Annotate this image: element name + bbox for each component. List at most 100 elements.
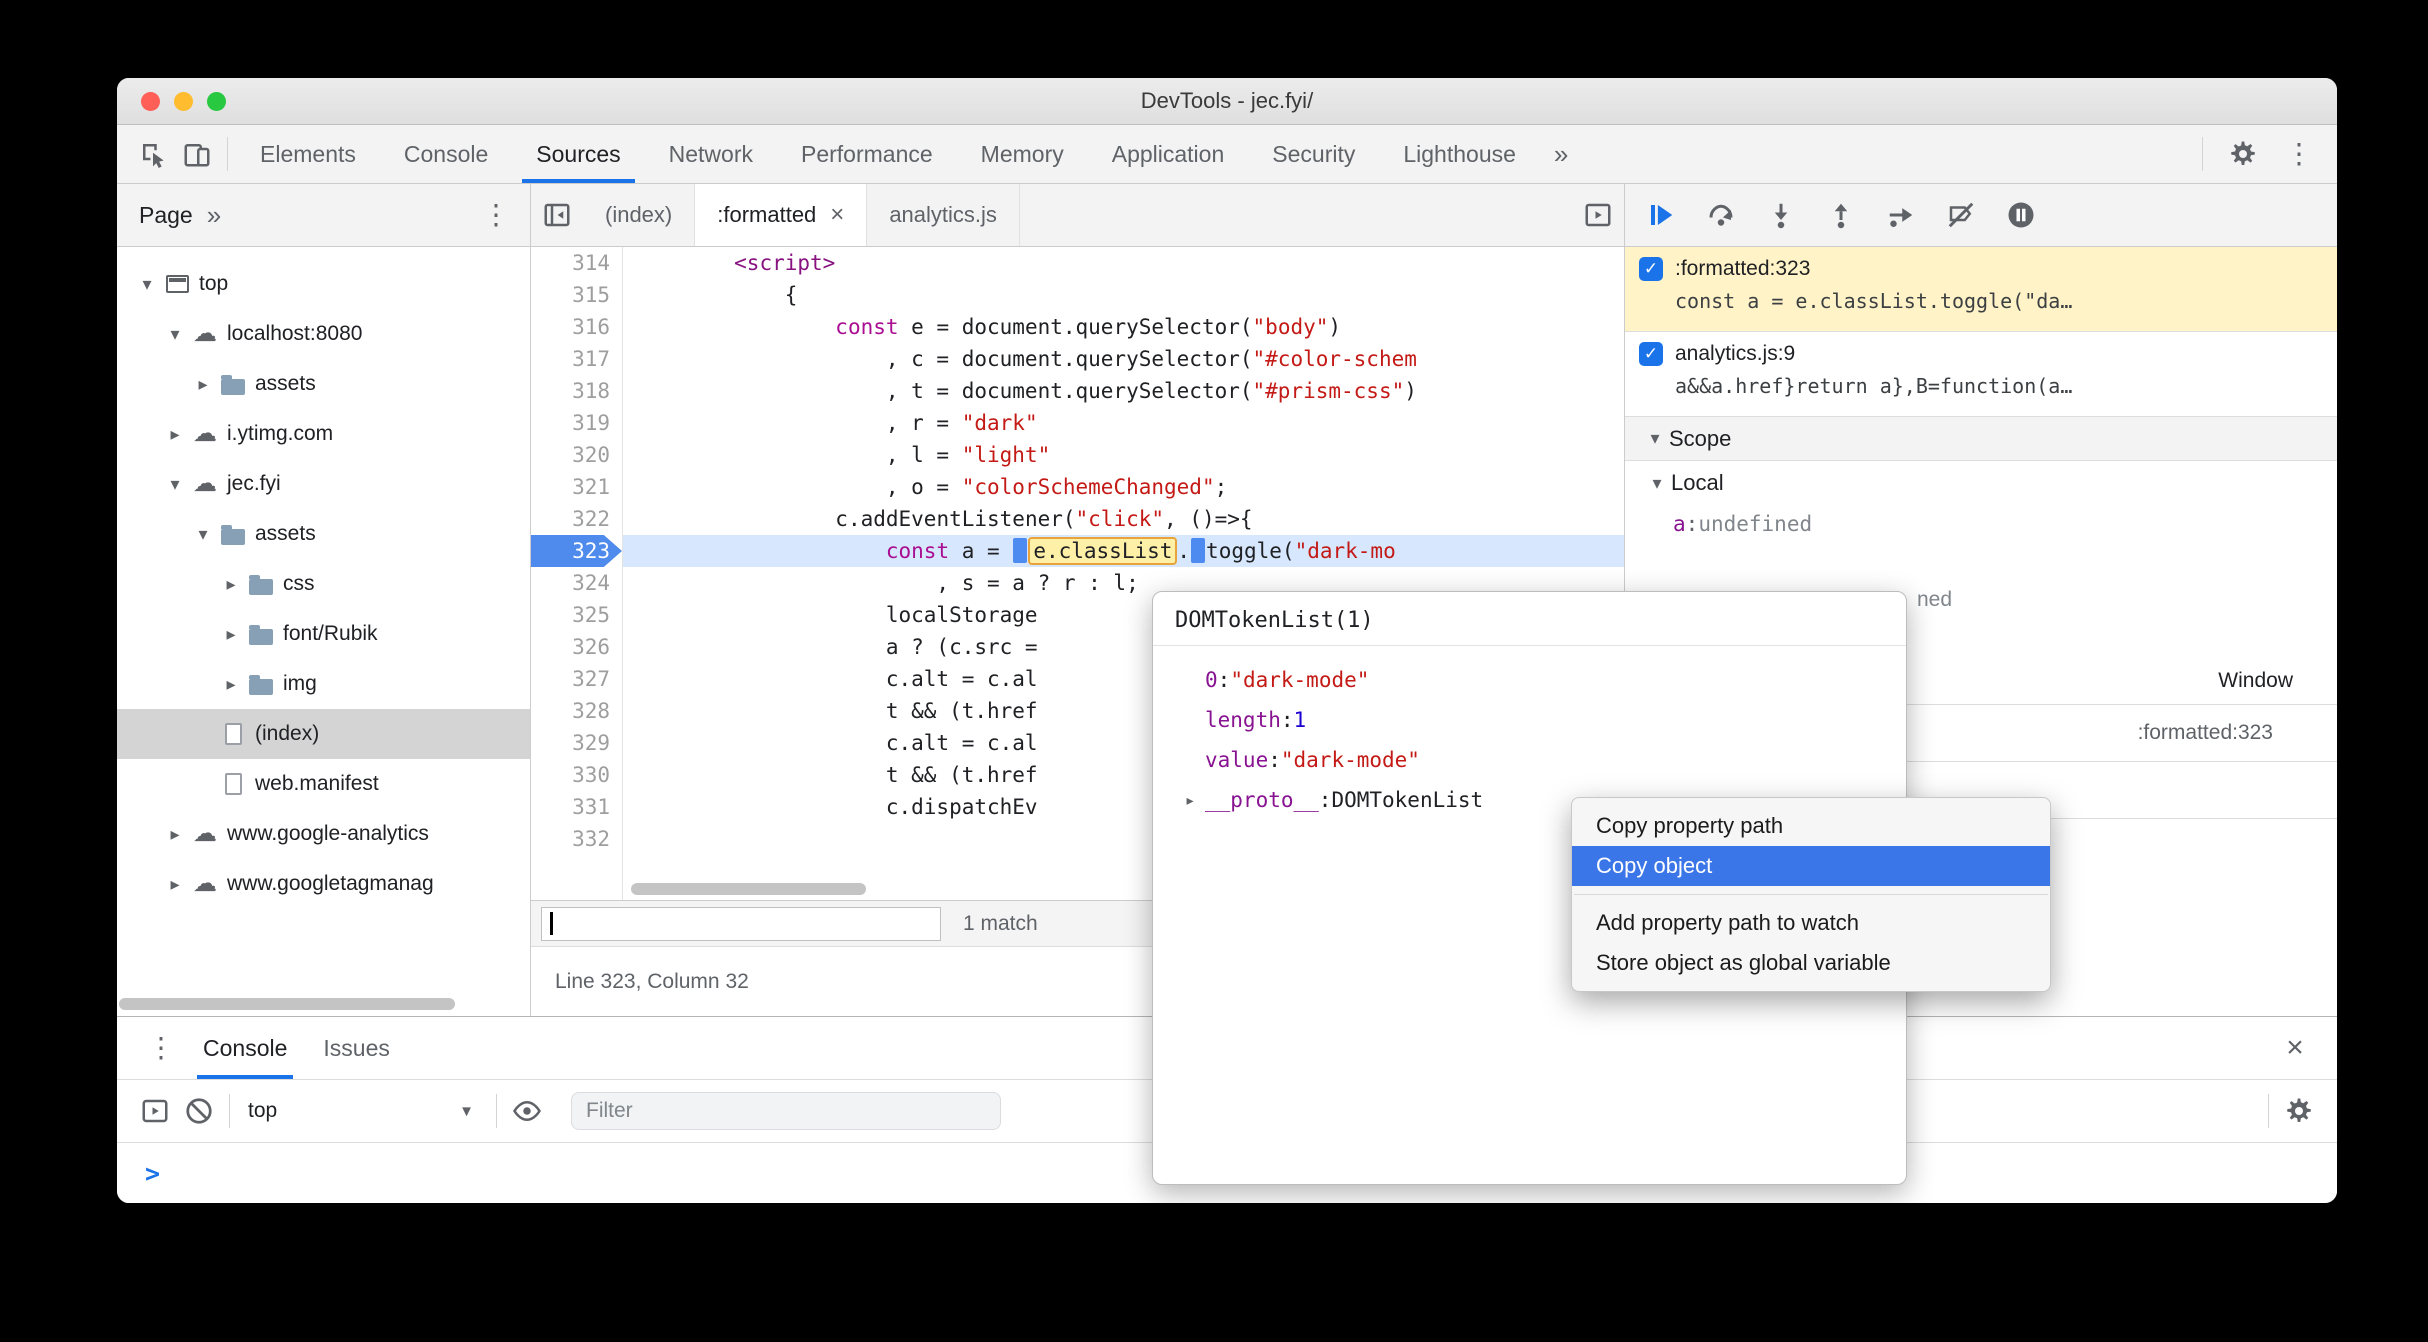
toggle-debugger-sidebar-icon[interactable] <box>1572 184 1624 246</box>
code-line[interactable]: const e = document.querySelector("body") <box>623 311 1624 343</box>
device-toolbar-icon[interactable] <box>175 132 219 176</box>
tree-item-ytimg[interactable]: ▸ ☁ i.ytimg.com <box>117 409 530 459</box>
line-number[interactable]: 330 <box>531 759 622 791</box>
zoom-window-button[interactable] <box>207 92 226 111</box>
tree-item-web-manifest[interactable]: web.manifest <box>117 759 530 809</box>
minimize-window-button[interactable] <box>174 92 193 111</box>
expand-arrow-icon[interactable]: ▸ <box>189 374 217 395</box>
code-line[interactable]: , t = document.querySelector("#prism-css… <box>623 375 1624 407</box>
code-line[interactable]: const a = e.classList. toggle("dark-mo <box>623 535 1624 567</box>
breakpoint-entry[interactable]: ✓ analytics.js:9 a&&a.href}return a},B=f… <box>1625 332 2337 417</box>
step-over-icon[interactable] <box>1701 193 1741 237</box>
scope-local-row[interactable]: ▾ Local <box>1625 461 2337 505</box>
javascript-context-selector[interactable]: top ▼ <box>238 1099 488 1123</box>
devtools-menu-kebab-icon[interactable]: ⋮ <box>2275 140 2323 168</box>
editor-tab-formatted[interactable]: :formatted × <box>695 184 868 246</box>
line-number[interactable]: 327 <box>531 663 622 695</box>
line-number[interactable]: 319 <box>531 407 622 439</box>
expand-arrow-icon[interactable]: ▾ <box>161 324 189 345</box>
line-number[interactable]: 317 <box>531 343 622 375</box>
menu-item-store-object-as-global[interactable]: Store object as global variable <box>1572 943 2050 983</box>
expand-arrow-icon[interactable]: ▸ <box>217 574 245 595</box>
expand-arrow-icon[interactable]: ▸ <box>161 824 189 845</box>
scope-variable-row[interactable]: a undefined <box>1625 505 2337 543</box>
tree-item-assets-localhost[interactable]: ▸ assets <box>117 359 530 409</box>
editor-gutter[interactable]: 314 315 316 317 318 319 320 321 322 323 324 325 326 3… <box>531 247 623 900</box>
code-line[interactable]: , o = "colorSchemeChanged"; <box>623 471 1624 503</box>
line-number[interactable]: 331 <box>531 791 622 823</box>
horizontal-scrollbar-thumb[interactable] <box>119 998 455 1010</box>
code-line[interactable]: , r = "dark" <box>623 407 1624 439</box>
tree-item-top[interactable]: ▾ top <box>117 259 530 309</box>
menu-item-copy-property-path[interactable]: Copy property path <box>1572 806 2050 846</box>
tree-item-jecfyi[interactable]: ▾ ☁ jec.fyi <box>117 459 530 509</box>
console-sidebar-icon[interactable] <box>133 1089 177 1133</box>
breakpoint-checkbox[interactable]: ✓ <box>1639 257 1663 281</box>
line-number[interactable]: 329 <box>531 727 622 759</box>
property-row[interactable]: value"dark-mode" <box>1173 740 1886 780</box>
tree-item-index[interactable]: (index) <box>117 709 530 759</box>
drawer-tab-console[interactable]: Console <box>185 1017 305 1079</box>
tab-application[interactable]: Application <box>1088 125 1249 183</box>
property-row[interactable]: 0"dark-mode" <box>1173 660 1886 700</box>
line-number[interactable]: 328 <box>531 695 622 727</box>
line-number[interactable]: 315 <box>531 279 622 311</box>
line-number[interactable]: 314 <box>531 247 622 279</box>
tab-memory[interactable]: Memory <box>957 125 1088 183</box>
tree-item-googletagmanager[interactable]: ▸ ☁ www.googletagmanag <box>117 859 530 909</box>
console-settings-gear-icon[interactable] <box>2277 1089 2321 1133</box>
scope-section-header[interactable]: ▾ Scope <box>1625 417 2337 461</box>
tree-item-img[interactable]: ▸ img <box>117 659 530 709</box>
breakpoint-checkbox[interactable]: ✓ <box>1639 342 1663 366</box>
drawer-kebab-icon[interactable]: ⋮ <box>137 1034 185 1062</box>
tree-item-google-analytics[interactable]: ▸ ☁ www.google-analytics <box>117 809 530 859</box>
deactivate-breakpoints-icon[interactable] <box>1941 193 1981 237</box>
line-number[interactable]: 326 <box>531 631 622 663</box>
line-number[interactable]: 320 <box>531 439 622 471</box>
step-icon[interactable] <box>1881 193 1921 237</box>
code-line[interactable]: , l = "light" <box>623 439 1624 471</box>
code-line[interactable]: <script> <box>623 247 1624 279</box>
expand-arrow-icon[interactable]: ▸ <box>1175 790 1205 811</box>
menu-item-add-property-path-to-watch[interactable]: Add property path to watch <box>1572 903 2050 943</box>
clear-console-icon[interactable] <box>177 1089 221 1133</box>
expand-arrow-icon[interactable]: ▸ <box>161 424 189 445</box>
console-filter-input[interactable] <box>571 1092 1001 1130</box>
tab-security[interactable]: Security <box>1248 125 1379 183</box>
drawer-tab-issues[interactable]: Issues <box>305 1017 407 1079</box>
live-expression-eye-icon[interactable] <box>505 1089 549 1133</box>
code-line[interactable]: { <box>623 279 1624 311</box>
editor-horizontal-scrollbar-thumb[interactable] <box>631 883 866 895</box>
menu-item-copy-object[interactable]: Copy object <box>1572 846 2050 886</box>
code-line[interactable]: c.addEventListener("click", ()=>{ <box>623 503 1624 535</box>
editor-tab-index[interactable]: (index) <box>583 184 696 246</box>
step-into-icon[interactable] <box>1761 193 1801 237</box>
hide-navigator-icon[interactable] <box>531 184 583 246</box>
pause-on-exceptions-icon[interactable] <box>2001 193 2041 237</box>
line-number[interactable]: 324 <box>531 567 622 599</box>
editor-tab-analytics[interactable]: analytics.js <box>867 184 1020 246</box>
tab-sources[interactable]: Sources <box>512 125 644 183</box>
navigator-kebab-icon[interactable]: ⋮ <box>472 201 520 229</box>
expand-arrow-icon[interactable]: ▾ <box>133 274 161 295</box>
close-tab-icon[interactable]: × <box>830 201 844 229</box>
inspect-element-icon[interactable] <box>131 132 175 176</box>
tree-item-font-rubik[interactable]: ▸ font/Rubik <box>117 609 530 659</box>
tab-performance[interactable]: Performance <box>777 125 957 183</box>
line-number[interactable]: 318 <box>531 375 622 407</box>
tree-item-css[interactable]: ▸ css <box>117 559 530 609</box>
property-row[interactable]: length1 <box>1173 700 1886 740</box>
expand-arrow-icon[interactable]: ▸ <box>217 674 245 695</box>
tree-item-localhost[interactable]: ▾ ☁ localhost:8080 <box>117 309 530 359</box>
line-number[interactable]: 325 <box>531 599 622 631</box>
line-number[interactable]: 322 <box>531 503 622 535</box>
expand-arrow-icon[interactable]: ▸ <box>161 874 189 895</box>
search-input[interactable] <box>541 906 941 941</box>
more-tabs-icon[interactable]: » <box>1540 139 1582 170</box>
tab-page[interactable]: Page <box>117 202 193 229</box>
line-number[interactable]: 316 <box>531 311 622 343</box>
close-drawer-icon[interactable]: × <box>2273 1026 2317 1070</box>
tab-lighthouse[interactable]: Lighthouse <box>1379 125 1540 183</box>
step-out-icon[interactable] <box>1821 193 1861 237</box>
expand-arrow-icon[interactable]: ▸ <box>217 624 245 645</box>
